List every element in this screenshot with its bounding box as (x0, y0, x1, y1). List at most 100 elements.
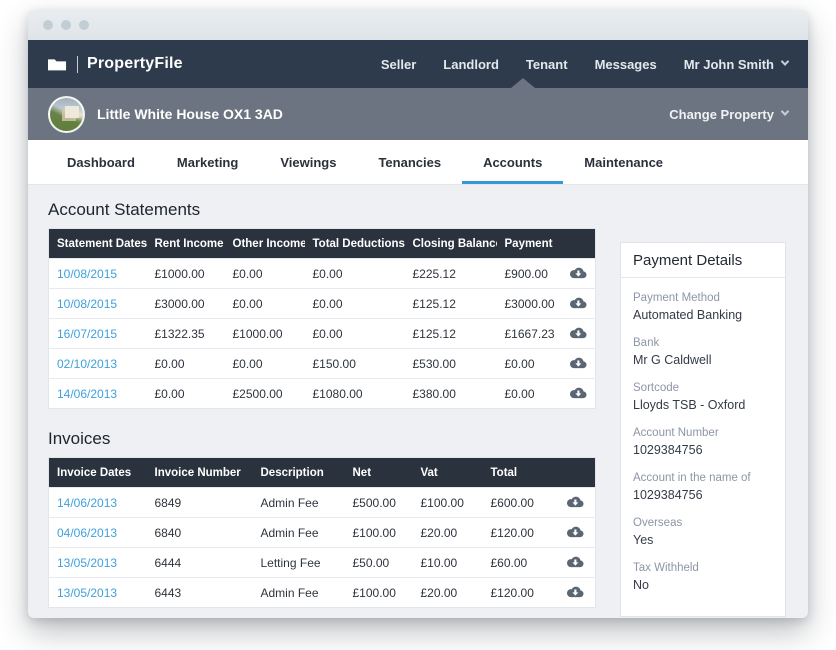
tab-tenancies[interactable]: Tenancies (357, 140, 462, 184)
field-overseas: Overseas Yes (633, 516, 773, 548)
date-link[interactable]: 13/05/2013 (57, 556, 117, 570)
main-column: Account Statements Statement DatesRent I… (48, 199, 595, 617)
date-link[interactable]: 16/07/2015 (57, 327, 117, 341)
column-header-invoice-dates: Invoice Dates (49, 458, 147, 488)
date-link[interactable]: 10/08/2015 (57, 267, 117, 281)
column-header-payment: Payment (497, 229, 559, 259)
brand-logo[interactable]: PropertyFile (48, 55, 183, 73)
field-value: Automated Banking (633, 307, 773, 323)
table-row: 16/07/2015£1322.35£1000.00£0.00£125.12£1… (49, 319, 596, 349)
download-cloud-icon[interactable] (564, 524, 585, 539)
field-value: Lloyds TSB - Oxford (633, 397, 773, 413)
window-close-button[interactable] (43, 20, 53, 30)
nav-item-seller[interactable]: Seller (381, 57, 416, 72)
payment-details-title: Payment Details (621, 243, 785, 278)
table-row: 14/06/20136849Admin Fee£500.00£100.00£60… (49, 488, 596, 518)
top-navbar: PropertyFile Seller Landlord Tenant Message… (28, 40, 808, 88)
chevron-down-icon (781, 57, 789, 65)
field-value: Yes (633, 532, 773, 548)
table-row: 14/06/2013£0.00£2500.00£1080.00£380.00£0… (49, 379, 596, 409)
window-minimize-button[interactable] (61, 20, 71, 30)
invoices-table: Invoice DatesInvoice NumberDescriptionNe… (48, 457, 596, 608)
download-cloud-icon[interactable] (564, 494, 585, 509)
field-value: No (633, 577, 773, 593)
field-label: Account Number (633, 426, 773, 440)
statements-header-row: Statement DatesRent IncomeOther IncomeTo… (49, 229, 596, 259)
download-cloud-icon[interactable] (567, 385, 588, 400)
column-header-closing-balance: Closing Balance (405, 229, 497, 259)
statements-title: Account Statements (48, 199, 595, 221)
column-header-other-income: Other Income (225, 229, 305, 259)
tab-maintenance[interactable]: Maintenance (563, 140, 684, 184)
tab-dashboard[interactable]: Dashboard (46, 140, 156, 184)
date-link[interactable]: 13/05/2013 (57, 586, 117, 600)
table-row: 04/06/20136840Admin Fee£100.00£20.00£120… (49, 518, 596, 548)
user-name: Mr John Smith (684, 57, 774, 72)
column-header-total: Total (483, 458, 547, 488)
column-header-total-deductions: Total Deductions (305, 229, 405, 259)
field-value: Mr G Caldwell (633, 352, 773, 368)
table-row: 10/08/2015£3000.00£0.00£0.00£125.12£3000… (49, 289, 596, 319)
download-cloud-icon[interactable] (564, 584, 585, 599)
payment-details-card: Payment Details Payment MethodAutomated … (620, 242, 786, 617)
column-header-invoice-number: Invoice Number (147, 458, 253, 488)
column-header-net: Net (345, 458, 413, 488)
change-property-button[interactable]: Change Property (669, 107, 788, 122)
invoices-title: Invoices (48, 428, 595, 450)
user-menu[interactable]: Mr John Smith (684, 57, 788, 72)
field-value: 1029384756 (633, 442, 773, 458)
statements-table: Statement DatesRent IncomeOther IncomeTo… (48, 228, 596, 409)
nav-item-messages[interactable]: Messages (595, 57, 657, 72)
date-link[interactable]: 04/06/2013 (57, 526, 117, 540)
field-account-in-the-name-of: Account in the name of 1029384756 (633, 471, 773, 503)
section-tabs: DashboardMarketingViewingsTenanciesAccou… (28, 140, 808, 185)
date-link[interactable]: 02/10/2013 (57, 357, 117, 371)
date-link[interactable]: 10/08/2015 (57, 297, 117, 311)
column-header-description: Description (253, 458, 345, 488)
property-bar: Little White House OX1 3AD Change Proper… (28, 88, 808, 140)
primary-nav: Seller Landlord Tenant Messages (354, 57, 657, 72)
table-row: 02/10/2013£0.00£0.00£150.00£530.00£0.00 (49, 349, 596, 379)
date-link[interactable]: 14/06/2013 (57, 387, 117, 401)
nav-item-landlord[interactable]: Landlord (443, 57, 499, 72)
brand-divider (77, 56, 78, 73)
field-tax-withheld: Tax Withheld No (633, 561, 773, 593)
download-cloud-icon[interactable] (567, 295, 588, 310)
tab-accounts[interactable]: Accounts (462, 140, 563, 184)
column-header-statement-dates: Statement Dates (49, 229, 147, 259)
download-cloud-icon[interactable] (567, 265, 588, 280)
download-cloud-icon[interactable] (567, 355, 588, 370)
tab-viewings[interactable]: Viewings (259, 140, 357, 184)
date-link[interactable]: 14/06/2013 (57, 496, 117, 510)
field-label: Account in the name of (633, 471, 773, 485)
content-area: Account Statements Statement DatesRent I… (28, 185, 808, 617)
invoices-header-row: Invoice DatesInvoice NumberDescriptionNe… (49, 458, 596, 488)
column-header-actions (547, 458, 596, 488)
column-header-actions (559, 229, 596, 259)
payment-details-fields: Payment MethodAutomated Banking Bank Mr G … (621, 278, 785, 616)
sidebar: Payment Details Payment MethodAutomated … (620, 199, 786, 617)
folder-icon (48, 58, 67, 71)
field-bank: Bank Mr G Caldwell (633, 336, 773, 368)
chevron-down-icon (781, 107, 789, 115)
window-zoom-button[interactable] (79, 20, 89, 30)
property-avatar[interactable] (48, 96, 85, 133)
field-payment-method: Payment MethodAutomated Banking (633, 291, 773, 323)
field-label: Bank (633, 336, 773, 350)
nav-item-tenant[interactable]: Tenant (526, 57, 568, 72)
active-nav-pointer (511, 78, 535, 88)
column-header-rent-income: Rent Income (147, 229, 225, 259)
field-value: 1029384756 (633, 487, 773, 503)
brand-name: PropertyFile (87, 55, 183, 73)
table-row: 13/05/20136443Admin Fee£100.00£20.00£120… (49, 578, 596, 608)
page: PropertyFile Seller Landlord Tenant Message… (0, 0, 836, 650)
download-cloud-icon[interactable] (564, 554, 585, 569)
change-property-label: Change Property (669, 107, 774, 122)
field-label: Sortcode (633, 381, 773, 395)
window-titlebar (28, 10, 808, 40)
tab-marketing[interactable]: Marketing (156, 140, 259, 184)
field-sortcode: Sortcode Lloyds TSB - Oxford (633, 381, 773, 413)
download-cloud-icon[interactable] (567, 325, 588, 340)
field-label: Overseas (633, 516, 773, 530)
field-label: Tax Withheld (633, 561, 773, 575)
